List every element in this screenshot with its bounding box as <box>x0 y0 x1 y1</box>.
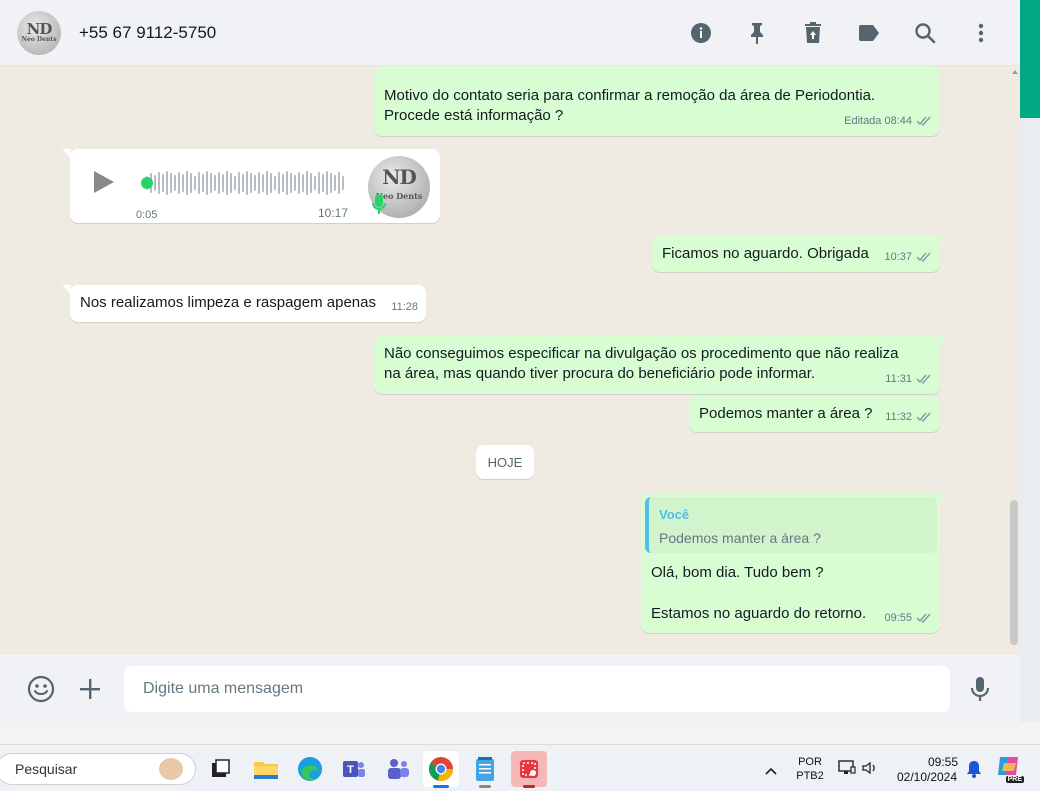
quoted-text: Podemos manter a área ? <box>659 530 821 546</box>
network-icon[interactable] <box>838 760 856 781</box>
message-text-line: Olá, bom dia. Tudo bem ? <box>651 564 824 581</box>
quoted-author: Você <box>659 507 690 522</box>
quoted-message[interactable]: Você Podemos manter a área ? <box>645 497 937 553</box>
message-text: Não conseguimos especificar na divulgaçã… <box>384 345 899 382</box>
notification-bell-icon[interactable] <box>966 760 982 783</box>
search-icon[interactable] <box>910 19 940 47</box>
audio-progress-handle[interactable] <box>141 177 153 189</box>
audio-waveform[interactable] <box>146 171 344 195</box>
audio-elapsed: 0:05 <box>136 209 158 221</box>
contact-name[interactable]: +55 67 9112-5750 <box>79 23 216 43</box>
message-meta: Editada 08:44 <box>844 111 932 131</box>
message-meta: 11:31 <box>885 369 932 389</box>
teams-classic-icon[interactable]: T <box>336 751 372 787</box>
message-outgoing-reply[interactable]: Você Podemos manter a área ? Olá, bom di… <box>641 493 948 633</box>
page-scrollbar-thumb[interactable] <box>1020 0 1040 118</box>
scroll-up-arrow-icon[interactable] <box>1012 68 1018 74</box>
play-icon[interactable] <box>94 171 114 193</box>
info-icon[interactable] <box>686 19 716 47</box>
message-text: Nos realizamos limpeza e raspagem apenas <box>80 294 376 311</box>
read-ticks-icon <box>916 374 931 384</box>
teams-icon[interactable] <box>380 751 416 787</box>
read-ticks-icon <box>916 613 931 623</box>
header-actions <box>686 19 996 47</box>
read-ticks-icon <box>916 412 931 422</box>
windows-taskbar: Pesquisar T POR PTB2 09:55 02/10/2024 PR… <box>0 744 1040 791</box>
window-bottom-area <box>0 722 1040 744</box>
microphone-icon[interactable] <box>966 675 994 703</box>
voice-message[interactable]: 0:05 10:17 ND Neo Dents <box>62 149 440 223</box>
svg-text:T: T <box>347 764 354 776</box>
chat-window: ND Neo Dents +55 67 9112-5750 Motivo do … <box>0 0 1020 722</box>
message-input[interactable] <box>124 666 950 712</box>
message-text-line: Estamos no aguardo do retorno. <box>651 605 867 622</box>
chrome-browser-icon[interactable] <box>423 751 459 788</box>
taskbar-clock[interactable]: 09:55 02/10/2024 <box>892 755 962 785</box>
notepad-icon[interactable] <box>467 751 503 788</box>
message-outgoing[interactable]: Motivo do contato seria para confirmar a… <box>374 66 940 136</box>
read-ticks-icon <box>916 252 931 262</box>
edge-browser-icon[interactable] <box>292 751 328 787</box>
delete-icon[interactable] <box>798 19 828 47</box>
chat-scrollbar-thumb[interactable] <box>1010 500 1018 645</box>
tray-overflow-chevron-icon[interactable] <box>764 763 778 781</box>
message-incoming[interactable]: Nos realizamos limpeza e raspagem apenas… <box>62 285 426 322</box>
message-meta: 10:37 <box>884 247 932 267</box>
pin-icon[interactable] <box>742 19 772 47</box>
volume-icon[interactable] <box>861 760 879 781</box>
mic-icon <box>372 194 386 214</box>
attach-plus-icon[interactable] <box>76 675 104 703</box>
copilot-badge: PRE <box>1005 776 1024 783</box>
message-meta: 11:32 <box>885 407 932 427</box>
contact-avatar[interactable]: ND Neo Dents <box>17 10 61 55</box>
taskbar-search[interactable]: Pesquisar <box>0 753 196 785</box>
search-highlight-icon <box>157 756 185 782</box>
task-view-icon[interactable] <box>202 751 238 787</box>
keyboard-language[interactable]: POR PTB2 <box>794 755 826 783</box>
emoji-icon[interactable] <box>27 675 55 703</box>
menu-icon[interactable] <box>966 19 996 47</box>
message-outgoing[interactable]: Podemos manter a área ? 11:32 <box>689 396 940 432</box>
copilot-icon[interactable]: PRE <box>996 755 1024 783</box>
message-meta: 09:55 <box>884 608 932 628</box>
label-icon[interactable] <box>854 19 884 47</box>
message-outgoing[interactable]: Ficamos no aguardo. Obrigada 10:37 <box>652 236 948 272</box>
message-meta: 11:28 <box>391 301 418 313</box>
message-outgoing[interactable]: Não conseguimos especificar na divulgaçã… <box>374 336 948 394</box>
chat-header: ND Neo Dents +55 67 9112-5750 <box>0 0 1020 66</box>
date-divider: HOJE <box>476 445 534 479</box>
file-explorer-icon[interactable] <box>248 751 284 787</box>
message-composer <box>0 655 1020 722</box>
message-time: 10:17 <box>318 206 349 220</box>
snipping-tool-icon[interactable] <box>511 751 547 788</box>
read-ticks-icon <box>916 116 931 126</box>
